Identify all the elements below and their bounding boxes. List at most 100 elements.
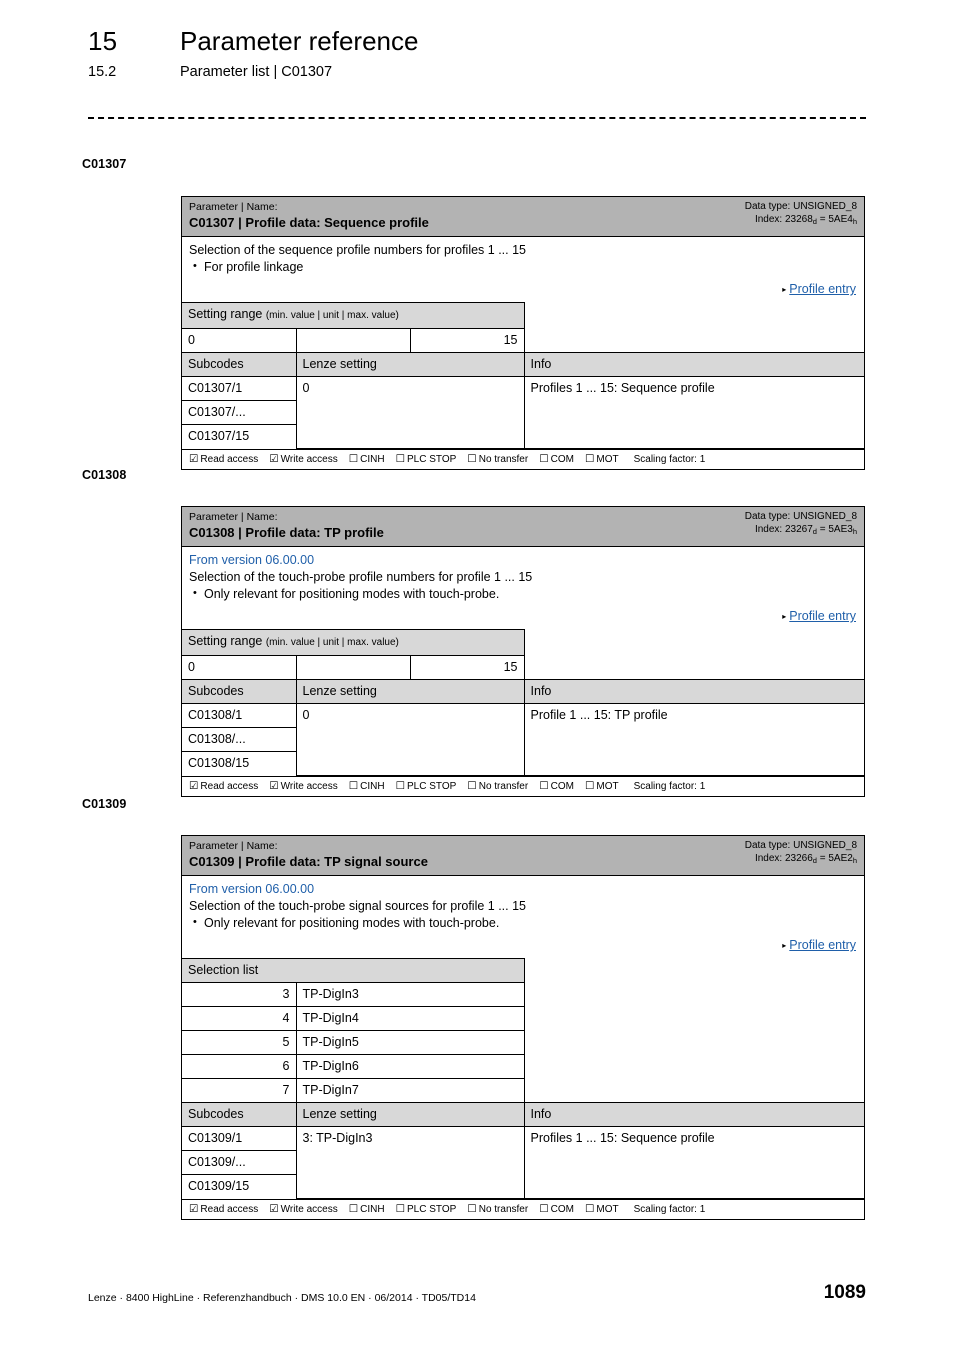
- lenze-setting-cell: 0: [295, 703, 525, 776]
- list-item: 7 TP-DigIn7: [182, 1078, 864, 1103]
- unchecked-checkbox-icon: ☐: [539, 1202, 549, 1215]
- parameter-description: Selection of the sequence profile number…: [182, 236, 864, 302]
- header-section-row: 15.2 Parameter list | C01307: [88, 64, 868, 80]
- subcodes-header-row: Subcodes Lenze setting Info: [182, 352, 865, 377]
- setting-range-header: Setting range (min. value | unit | max. …: [182, 302, 525, 329]
- selection-value: 7: [182, 1078, 297, 1103]
- version-note: From version 06.00.00: [189, 553, 315, 567]
- description-text: Selection of the sequence profile number…: [189, 243, 526, 257]
- index-text: Index: 23266d = 5AE2h: [754, 852, 857, 865]
- lenze-setting-header: Lenze setting: [295, 352, 525, 377]
- header-chapter-row: 15 Parameter reference: [88, 26, 868, 57]
- unchecked-checkbox-icon: ☐: [395, 452, 406, 465]
- subcodes-header-row: Subcodes Lenze setting Info: [182, 1102, 864, 1127]
- read-access-flag: ☑ Read access: [189, 779, 259, 792]
- checked-checkbox-icon: ☑: [189, 1202, 199, 1215]
- unchecked-checkbox-icon: ☐: [584, 779, 595, 792]
- description-bullet: For profile linkage: [189, 258, 857, 276]
- setting-max-value: 15: [409, 655, 525, 680]
- index-text: Index: 23268d = 5AE4h: [754, 213, 857, 226]
- com-flag: ☐ COM: [539, 452, 574, 465]
- description-text: Selection of the touch-probe signal sour…: [189, 899, 526, 913]
- triangle-right-icon: ▸: [782, 285, 787, 294]
- spacer-cell: [524, 328, 865, 353]
- parameter-block-c01309: Parameter | Name: C01309 | Profile data:…: [181, 835, 865, 1220]
- version-note: From version 06.00.00: [189, 882, 315, 896]
- profile-entry-link[interactable]: Profile entry: [789, 282, 856, 296]
- index-text: Index: 23267d = 5AE3h: [754, 523, 857, 536]
- spacer-cell: [524, 1054, 864, 1079]
- subcodes-header-row: Subcodes Lenze setting Info: [182, 679, 865, 704]
- profile-entry-link-row: ▸ Profile entry: [189, 936, 857, 954]
- mot-flag: ☐ MOT: [584, 1202, 619, 1215]
- mot-flag: ☐ MOT: [584, 779, 619, 792]
- info-cell: Profiles 1 ... 15: Sequence profile: [523, 376, 865, 449]
- setting-range-header: Setting range (min. value | unit | max. …: [182, 629, 525, 656]
- data-type-text: Data type: UNSIGNED_8: [744, 511, 857, 522]
- read-access-flag: ☑ Read access: [189, 452, 259, 465]
- document-page: 15 Parameter reference 15.2 Parameter li…: [0, 0, 954, 1350]
- scaling-factor-text: Scaling factor: 1: [633, 453, 706, 465]
- list-item: 4 TP-DigIn4: [182, 1006, 864, 1031]
- subcode-cell: C01307/1: [182, 376, 297, 401]
- profile-entry-link[interactable]: Profile entry: [789, 938, 856, 952]
- list-item: 5 TP-DigIn5: [182, 1030, 864, 1055]
- access-flags-row: ☑ Read access ☑ Write access ☐ CINH ☐ PLC STOP ☐…: [182, 775, 864, 796]
- info-header: Info: [523, 352, 865, 377]
- plc-stop-flag: ☐ PLC STOP: [395, 452, 457, 465]
- page-footer: Lenze · 8400 HighLine · Referenzhandbuch…: [88, 1282, 866, 1304]
- mot-flag: ☐ MOT: [584, 452, 619, 465]
- spacer-cell: [524, 302, 865, 329]
- lenze-setting-header: Lenze setting: [295, 1102, 525, 1127]
- info-header: Info: [523, 1102, 864, 1127]
- chapter-title: Parameter reference: [180, 26, 419, 56]
- selection-label: TP-DigIn5: [295, 1030, 525, 1055]
- no-transfer-flag: ☐ No transfer: [467, 1202, 529, 1215]
- description-text: Selection of the touch-probe profile num…: [189, 570, 533, 584]
- info-cell: Profiles 1 ... 15: Sequence profile: [523, 1126, 864, 1199]
- footer-text: Lenze · 8400 HighLine · Referenzhandbuch…: [88, 1292, 476, 1304]
- setting-min-value: 0: [182, 328, 297, 353]
- profile-entry-link[interactable]: Profile entry: [789, 609, 856, 623]
- lenze-setting-cell: 0: [295, 376, 525, 449]
- list-item: 3 TP-DigIn3: [182, 982, 864, 1007]
- checked-checkbox-icon: ☑: [189, 779, 199, 792]
- parameter-table-c01308: Setting range (min. value | unit | max. …: [182, 629, 865, 776]
- subcode-cell: C01309/15: [182, 1174, 297, 1198]
- data-type-text: Data type: UNSIGNED_8: [744, 201, 857, 212]
- spacer-cell: [524, 629, 865, 656]
- setting-range-header-row: Setting range (min. value | unit | max. …: [182, 302, 865, 329]
- spacer-cell: [524, 982, 864, 1007]
- parameter-block-c01307: Parameter | Name: C01307 | Profile data:…: [181, 196, 865, 470]
- parameter-meta: Data type: UNSIGNED_8 Index: 23267d = 5A…: [745, 511, 857, 536]
- subcode-cell: C01307/...: [182, 400, 297, 425]
- setting-range-header-row: Setting range (min. value | unit | max. …: [182, 629, 865, 656]
- subcodes-header: Subcodes: [182, 1102, 297, 1127]
- info-header: Info: [523, 679, 865, 704]
- table-row: C01309/1 3: TP-DigIn3 Profiles 1 ... 15:…: [182, 1126, 864, 1199]
- cinh-flag: ☐ CINH: [348, 1202, 385, 1215]
- unchecked-checkbox-icon: ☐: [467, 779, 477, 792]
- parameter-meta: Data type: UNSIGNED_8 Index: 23266d = 5A…: [745, 840, 857, 865]
- spacer-cell: [524, 1006, 864, 1031]
- checked-checkbox-icon: ☑: [269, 779, 279, 792]
- selection-value: 4: [182, 1006, 297, 1031]
- unchecked-checkbox-icon: ☐: [584, 1202, 595, 1215]
- margin-label-c01307: C01307: [82, 157, 127, 171]
- scaling-factor-text: Scaling factor: 1: [633, 1203, 706, 1215]
- access-flags-row: ☑ Read access ☑ Write access ☐ CINH ☐ PLC STOP ☐…: [182, 1198, 864, 1219]
- subcode-cell: C01309/...: [182, 1150, 297, 1175]
- section-number: 15.2: [88, 64, 117, 80]
- spacer-cell: [524, 1030, 864, 1055]
- unchecked-checkbox-icon: ☐: [539, 452, 549, 465]
- spacer-cell: [524, 655, 865, 680]
- triangle-right-icon: ▸: [782, 941, 787, 950]
- page-header: 15 Parameter reference 15.2 Parameter li…: [88, 26, 868, 80]
- parameter-description: From version 06.00.00 Selection of the t…: [182, 875, 864, 958]
- unchecked-checkbox-icon: ☐: [395, 779, 406, 792]
- checked-checkbox-icon: ☑: [269, 452, 279, 465]
- unchecked-checkbox-icon: ☐: [348, 1202, 359, 1215]
- parameter-table-c01309: Selection list 3 TP-DigIn3 4 TP-DigIn4 5…: [182, 958, 864, 1199]
- subcode-cell: C01308/15: [182, 751, 297, 775]
- checked-checkbox-icon: ☑: [189, 452, 199, 465]
